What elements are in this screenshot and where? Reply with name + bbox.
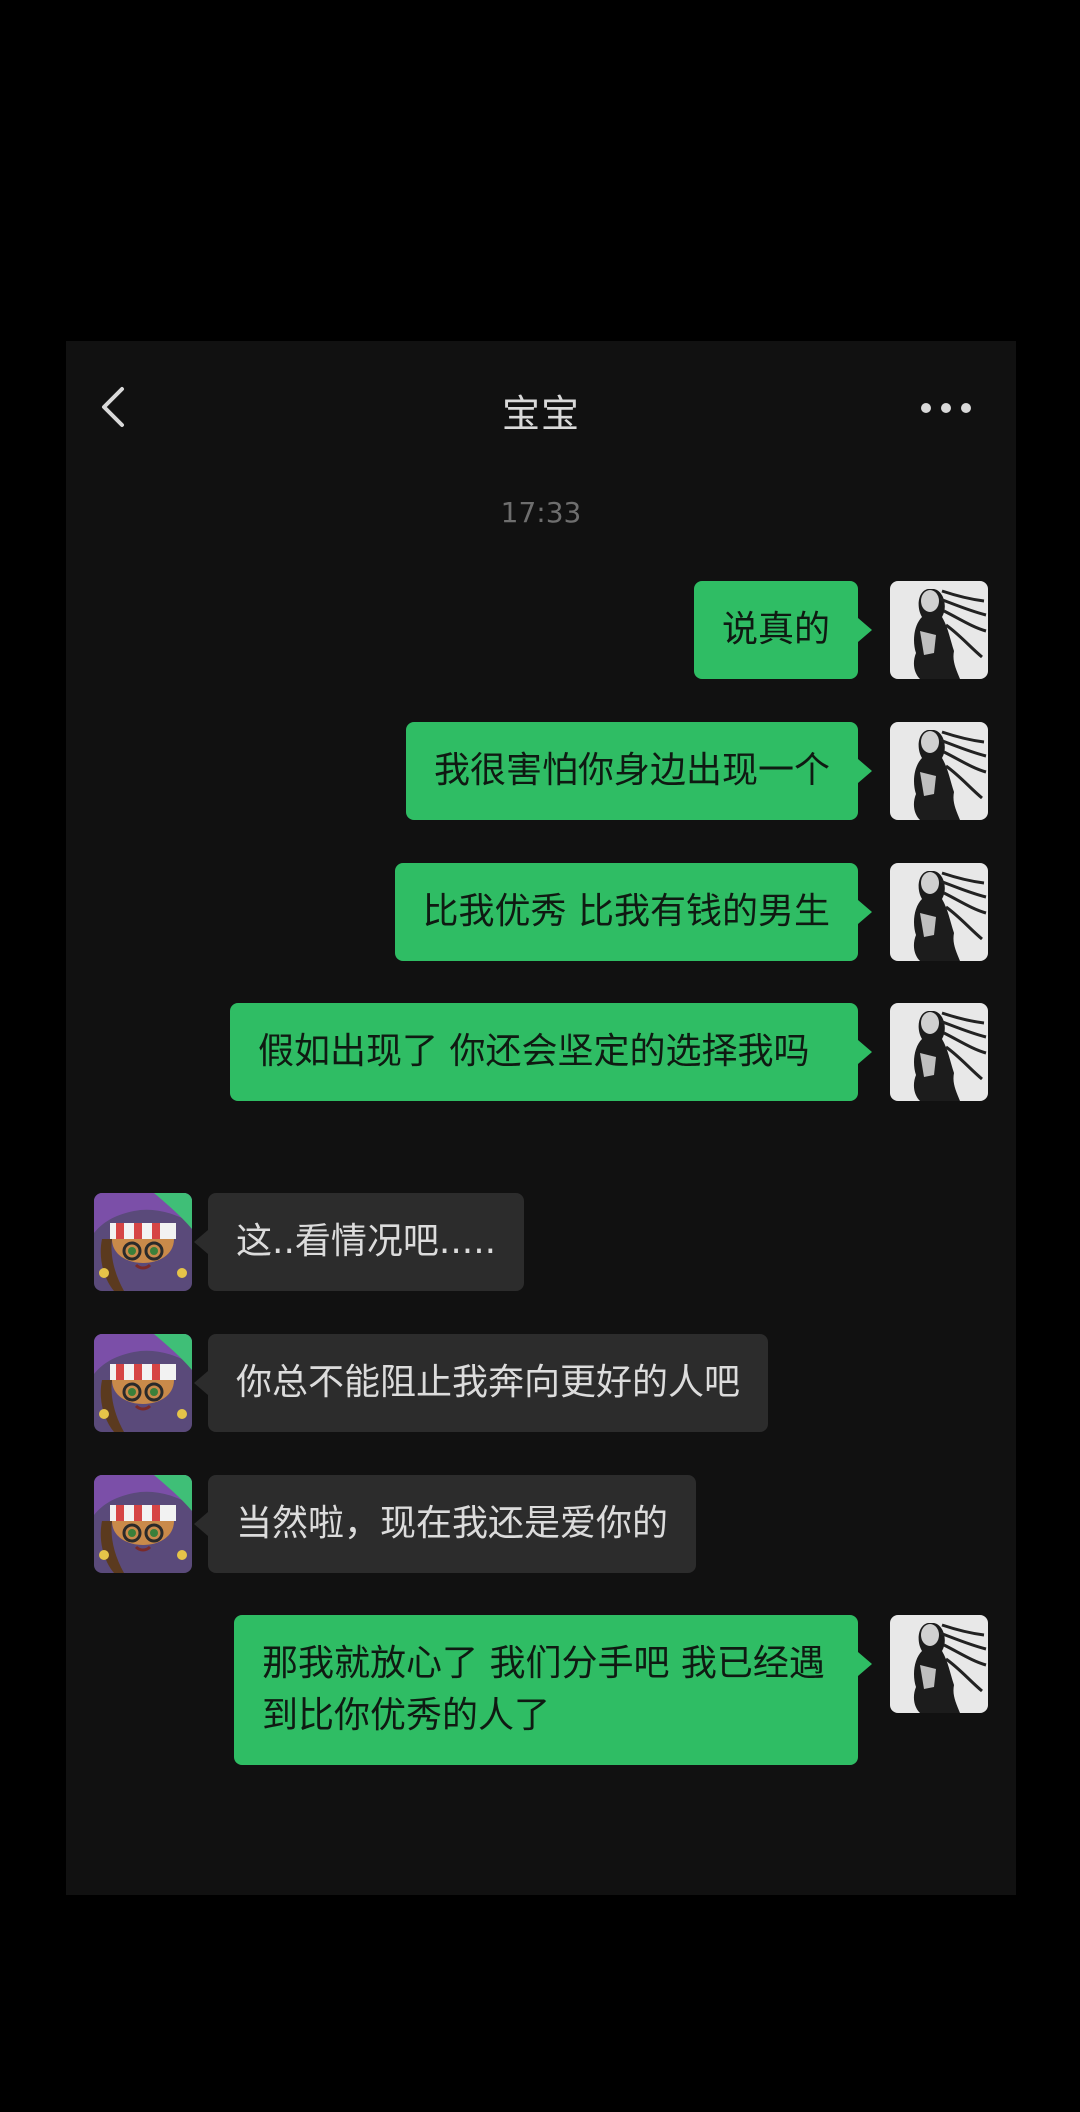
avatar[interactable]	[890, 1003, 988, 1101]
message-row-outgoing: 假如出现了 你还会坚定的选择我吗	[66, 1003, 1016, 1153]
message-bubble[interactable]: 比我优秀 比我有钱的男生	[394, 863, 858, 961]
avatar[interactable]	[890, 581, 988, 679]
user-avatar-icon	[890, 863, 988, 961]
message-bubble[interactable]: 我很害怕你身边出现一个	[405, 722, 858, 820]
chat-title: 宝宝	[501, 392, 580, 436]
bubble-tail	[858, 1652, 872, 1676]
bubble-tail	[858, 900, 872, 924]
nav-bar: 宝宝	[66, 341, 1016, 473]
avatar[interactable]	[94, 1193, 192, 1291]
message-row-outgoing: 比我优秀 比我有钱的男生	[66, 863, 1016, 963]
avatar[interactable]	[94, 1334, 192, 1432]
bubble-tail	[858, 1040, 872, 1064]
message-timestamp: 17:33	[500, 496, 582, 529]
contact-avatar-icon	[94, 1475, 192, 1573]
bubble-tail	[194, 1371, 208, 1395]
avatar[interactable]	[890, 1615, 988, 1713]
message-bubble[interactable]: 你总不能阻止我奔向更好的人吧	[208, 1334, 769, 1432]
chat-screen: 宝宝 17:33 说真的 我很害怕你身边出现一个 比我优秀 比我有钱的男生 假如…	[66, 341, 1016, 1895]
bubble-tail	[858, 618, 872, 642]
more-button[interactable]	[916, 393, 976, 423]
bubble-tail	[194, 1512, 208, 1536]
contact-avatar-icon	[94, 1334, 192, 1432]
message-bubble[interactable]: 那我就放心了 我们分手吧 我已经遇到比你优秀的人了	[234, 1615, 858, 1765]
message-row-incoming: 当然啦，现在我还是爱你的	[66, 1475, 1016, 1575]
user-avatar-icon	[890, 581, 988, 679]
user-avatar-icon	[890, 1003, 988, 1101]
bubble-tail	[858, 759, 872, 783]
avatar[interactable]	[94, 1475, 192, 1573]
message-row-incoming: 你总不能阻止我奔向更好的人吧	[66, 1334, 1016, 1434]
message-row-outgoing: 那我就放心了 我们分手吧 我已经遇到比你优秀的人了	[66, 1615, 1016, 1765]
message-bubble[interactable]: 当然啦，现在我还是爱你的	[208, 1475, 697, 1573]
more-dots-icon	[921, 403, 971, 413]
bubble-tail	[194, 1230, 208, 1254]
contact-avatar-icon	[94, 1193, 192, 1291]
avatar[interactable]	[890, 863, 988, 961]
message-bubble[interactable]: 说真的	[693, 581, 858, 679]
message-row-incoming: 这..看情况吧.....	[66, 1193, 1016, 1293]
message-bubble[interactable]: 这..看情况吧.....	[208, 1193, 525, 1291]
message-row-outgoing: 说真的	[66, 581, 1016, 681]
message-row-outgoing: 我很害怕你身边出现一个	[66, 722, 1016, 822]
avatar[interactable]	[890, 722, 988, 820]
user-avatar-icon	[890, 1615, 988, 1713]
message-bubble[interactable]: 假如出现了 你还会坚定的选择我吗	[230, 1003, 858, 1101]
user-avatar-icon	[890, 722, 988, 820]
